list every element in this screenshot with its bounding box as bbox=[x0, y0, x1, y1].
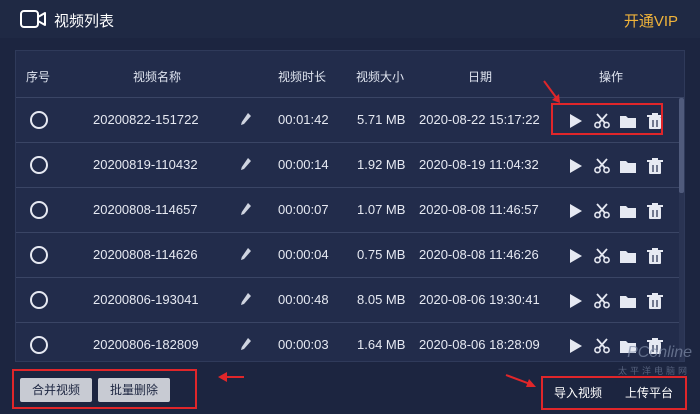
play-icon[interactable] bbox=[566, 292, 584, 310]
table-header: 序号 视频名称 视频时长 视频大小 日期 操作 bbox=[16, 51, 684, 98]
merge-videos-button[interactable]: 合并视频 bbox=[20, 378, 92, 402]
video-name: 20200808-114657 bbox=[93, 202, 198, 217]
table-row[interactable]: 20200808-114626 00:00:04 0.75 MB 2020-08-08… bbox=[16, 233, 684, 278]
row-select-radio[interactable] bbox=[30, 291, 48, 309]
folder-icon[interactable] bbox=[619, 247, 637, 265]
row-select-radio[interactable] bbox=[30, 246, 48, 264]
trash-icon[interactable] bbox=[646, 202, 664, 220]
scissors-icon[interactable] bbox=[593, 247, 611, 265]
row-select-radio[interactable] bbox=[30, 156, 48, 174]
row-actions bbox=[560, 290, 668, 312]
batch-delete-button[interactable]: 批量删除 bbox=[98, 378, 170, 402]
table-row[interactable]: 20200819-110432 00:00:14 1.92 MB 2020-08-19… bbox=[16, 143, 684, 188]
table-body: 20200822-151722 00:01:42 5.71 MB 2020-08-22… bbox=[16, 98, 684, 361]
video-name: 20200806-182809 bbox=[93, 337, 199, 352]
pencil-icon[interactable] bbox=[240, 337, 252, 351]
annotation-arrow-icon bbox=[543, 80, 560, 103]
video-camera-icon bbox=[20, 10, 46, 28]
video-name: 20200819-110432 bbox=[93, 157, 198, 172]
annotation-arrow-icon bbox=[218, 372, 244, 382]
column-header-duration: 视频时长 bbox=[278, 70, 327, 84]
video-date: 2020-08-19 11:04:32 bbox=[419, 157, 539, 172]
column-header-name: 视频名称 bbox=[133, 70, 182, 84]
video-name: 20200822-151722 bbox=[93, 112, 199, 127]
column-header-size: 视频大小 bbox=[356, 70, 405, 84]
scissors-icon[interactable] bbox=[593, 292, 611, 310]
row-actions bbox=[560, 155, 668, 177]
video-duration: 00:00:07 bbox=[278, 202, 329, 217]
scrollbar-thumb[interactable] bbox=[679, 98, 684, 193]
folder-icon[interactable] bbox=[619, 292, 637, 310]
table-row[interactable]: 20200806-182809 00:00:03 1.64 MB 2020-08-06… bbox=[16, 323, 684, 361]
play-icon[interactable] bbox=[566, 247, 584, 265]
folder-icon[interactable] bbox=[619, 202, 637, 220]
folder-icon[interactable] bbox=[619, 157, 637, 175]
watermark-brand: PConline bbox=[627, 344, 692, 361]
trash-icon[interactable] bbox=[646, 157, 664, 175]
title-bar: 视频列表 开通VIP bbox=[0, 0, 700, 38]
video-duration: 00:01:42 bbox=[278, 112, 329, 127]
video-size: 0.75 MB bbox=[357, 247, 406, 262]
row-select-radio[interactable] bbox=[30, 336, 48, 354]
scissors-icon[interactable] bbox=[593, 157, 611, 175]
scissors-icon[interactable] bbox=[593, 337, 611, 355]
video-date: 2020-08-08 11:46:26 bbox=[419, 247, 539, 262]
pencil-icon[interactable] bbox=[240, 157, 252, 171]
play-icon[interactable] bbox=[566, 337, 584, 355]
table-row[interactable]: 20200822-151722 00:01:42 5.71 MB 2020-08-22… bbox=[16, 98, 684, 143]
column-header-date: 日期 bbox=[468, 70, 493, 84]
annotation-arrow-icon bbox=[505, 374, 536, 387]
import-video-button[interactable]: 导入视频 bbox=[546, 381, 610, 405]
row-actions bbox=[560, 200, 668, 222]
pencil-icon[interactable] bbox=[240, 292, 252, 306]
video-size: 1.07 MB bbox=[357, 202, 406, 217]
video-duration: 00:00:14 bbox=[278, 157, 329, 172]
video-duration: 00:00:04 bbox=[278, 247, 329, 262]
annotation-box-actions bbox=[551, 103, 663, 135]
vip-link[interactable]: 开通VIP bbox=[624, 10, 678, 31]
video-name: 20200806-193041 bbox=[93, 292, 199, 307]
trash-icon[interactable] bbox=[646, 292, 664, 310]
play-icon[interactable] bbox=[566, 157, 584, 175]
column-header-index: 序号 bbox=[26, 70, 51, 84]
pencil-icon[interactable] bbox=[240, 247, 252, 261]
video-duration: 00:00:48 bbox=[278, 292, 329, 307]
video-name: 20200808-114626 bbox=[93, 247, 198, 262]
row-actions bbox=[560, 245, 668, 267]
row-select-radio[interactable] bbox=[30, 201, 48, 219]
upload-platform-button[interactable]: 上传平台 bbox=[616, 381, 682, 405]
video-date: 2020-08-06 18:28:09 bbox=[419, 337, 540, 352]
play-icon[interactable] bbox=[566, 202, 584, 220]
video-size: 8.05 MB bbox=[357, 292, 406, 307]
table-row[interactable]: 20200808-114657 00:00:07 1.07 MB 2020-08-08… bbox=[16, 188, 684, 233]
video-date: 2020-08-22 15:17:22 bbox=[419, 112, 540, 127]
video-date: 2020-08-06 19:30:41 bbox=[419, 292, 540, 307]
column-header-actions: 操作 bbox=[599, 70, 624, 84]
video-date: 2020-08-08 11:46:57 bbox=[419, 202, 539, 217]
scissors-icon[interactable] bbox=[593, 202, 611, 220]
video-size: 1.64 MB bbox=[357, 337, 406, 352]
video-size: 5.71 MB bbox=[357, 112, 406, 127]
video-table: 序号 视频名称 视频时长 视频大小 日期 操作 20200822-151722 0… bbox=[15, 50, 685, 362]
video-size: 1.92 MB bbox=[357, 157, 406, 172]
watermark-subtitle: 太平洋电脑网 bbox=[617, 366, 690, 376]
video-duration: 00:00:03 bbox=[278, 337, 329, 352]
pencil-icon[interactable] bbox=[240, 202, 252, 216]
trash-icon[interactable] bbox=[646, 247, 664, 265]
window-title: 视频列表 bbox=[54, 13, 115, 30]
table-row[interactable]: 20200806-193041 00:00:48 8.05 MB 2020-08-06… bbox=[16, 278, 684, 323]
row-select-radio[interactable] bbox=[30, 111, 48, 129]
pencil-icon[interactable] bbox=[240, 112, 252, 126]
